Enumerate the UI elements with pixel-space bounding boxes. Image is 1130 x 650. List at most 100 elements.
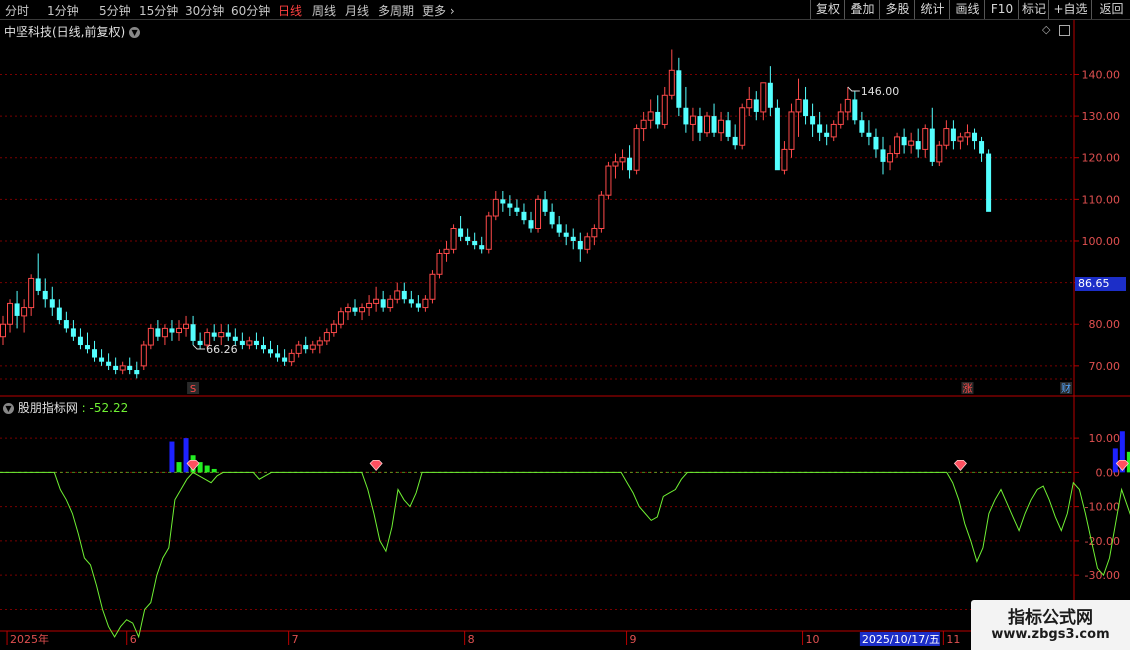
candle-body: [465, 236, 471, 241]
candle-body: [986, 153, 992, 212]
candle-body: [415, 303, 421, 308]
candle-body: [140, 344, 147, 367]
candle-body: [232, 336, 238, 341]
candle-body: [77, 336, 83, 346]
candle-body: [605, 165, 612, 196]
candle-body: [556, 224, 562, 233]
stock-title: 中坚科技(日线,前复权): [4, 25, 126, 39]
candle-body: [577, 240, 583, 250]
candle-body: [739, 107, 746, 146]
candle-body: [817, 124, 823, 133]
date-tick-label: 7: [292, 633, 299, 646]
low-label: 66.26: [206, 343, 238, 356]
candle-body: [218, 332, 225, 338]
candle-body: [211, 332, 217, 337]
candle-body: [612, 161, 619, 167]
high-label: 146.00: [861, 85, 900, 98]
cursor-date-label: 2025/10/17/五: [862, 633, 940, 646]
candle-body: [169, 328, 175, 333]
candle-body: [704, 115, 710, 134]
candle-body: [774, 107, 780, 171]
candle-body: [844, 98, 851, 113]
candle-body: [56, 307, 62, 321]
candle-body: [795, 98, 802, 113]
candle-body: [837, 111, 844, 125]
candle-body: [366, 302, 373, 309]
diamond-signal-icon: [186, 459, 200, 471]
candle-body: [753, 99, 759, 112]
candle-body: [689, 115, 696, 125]
candle-body: [528, 220, 534, 229]
candle-body: [35, 278, 41, 291]
indicator-tick-label: -10.00: [1085, 501, 1120, 514]
candle-body: [352, 307, 358, 312]
high-pointer: [847, 86, 860, 92]
candle-body: [479, 245, 485, 250]
candle-body: [979, 141, 985, 154]
candle-body: [852, 99, 858, 121]
candle-body: [176, 327, 182, 334]
chevron-down-icon[interactable]: ▼: [3, 403, 14, 414]
candle-body: [387, 298, 394, 309]
panel-toggle-icon[interactable]: [1058, 24, 1070, 36]
candle-body: [810, 116, 816, 125]
candle-body: [697, 116, 703, 133]
candle-body: [92, 349, 98, 358]
candle-body: [718, 119, 725, 134]
candle-body: [570, 236, 576, 241]
candle-body: [183, 323, 190, 329]
date-tick-label: 2025年: [10, 632, 49, 646]
markers: 146.00 66.26 S 涨 财: [186, 85, 1129, 471]
indicator-tick-label: 10.00: [1089, 432, 1121, 445]
candle-body: [147, 327, 154, 346]
chevron-down-icon[interactable]: ▼: [129, 27, 141, 38]
candle-body: [197, 340, 203, 346]
candle-body: [309, 344, 316, 350]
candle-body: [485, 215, 492, 250]
date-tick-label: 9: [630, 633, 637, 646]
candle-body: [106, 361, 112, 366]
low-pointer: [192, 344, 206, 350]
candle-body: [661, 94, 668, 125]
candle-body: [190, 324, 196, 341]
watermark-sub: www.zbgs3.com: [991, 627, 1110, 642]
candle-body: [380, 299, 386, 308]
price-tick-label: 140.00: [1082, 68, 1121, 81]
candle-body: [492, 198, 499, 217]
candle-body: [344, 307, 351, 313]
date-tick-label: 10: [806, 633, 820, 646]
candle-body: [0, 323, 6, 338]
candle-body: [113, 365, 119, 371]
diamond-signal-icon: [953, 459, 967, 471]
candle-body: [668, 69, 675, 96]
candle-body: [155, 328, 161, 337]
candle-body: [591, 227, 598, 238]
candle-body: [14, 303, 20, 316]
indicator-name: 股朋指标网: [17, 401, 78, 415]
event-marker: 财: [1061, 382, 1071, 395]
indicator-bar: [211, 468, 217, 473]
candle-body: [929, 128, 935, 162]
indicator-series: [0, 471, 1130, 639]
grid-lines: [0, 73, 1074, 610]
candle-body: [28, 277, 35, 309]
price-tick-label: 70.00: [1089, 360, 1121, 373]
candle-body: [676, 70, 682, 108]
candle-body: [711, 116, 717, 133]
candle-body: [859, 120, 865, 133]
diamond-icon[interactable]: ◇: [1042, 23, 1050, 36]
candle-body: [443, 248, 450, 254]
candle-body: [436, 252, 443, 275]
candle-body: [908, 140, 915, 146]
event-marker: 涨: [962, 383, 972, 395]
indicator-tick-label: -20.00: [1085, 535, 1120, 548]
indicator-line: [0, 471, 1130, 639]
candle-body: [964, 132, 971, 138]
candle-body: [950, 128, 956, 142]
candle-body: [873, 136, 879, 150]
candle-body: [295, 344, 302, 354]
candle-body: [514, 207, 520, 212]
candle-body: [633, 128, 640, 171]
candle-body: [119, 365, 126, 371]
indicator-bar: [183, 438, 189, 473]
